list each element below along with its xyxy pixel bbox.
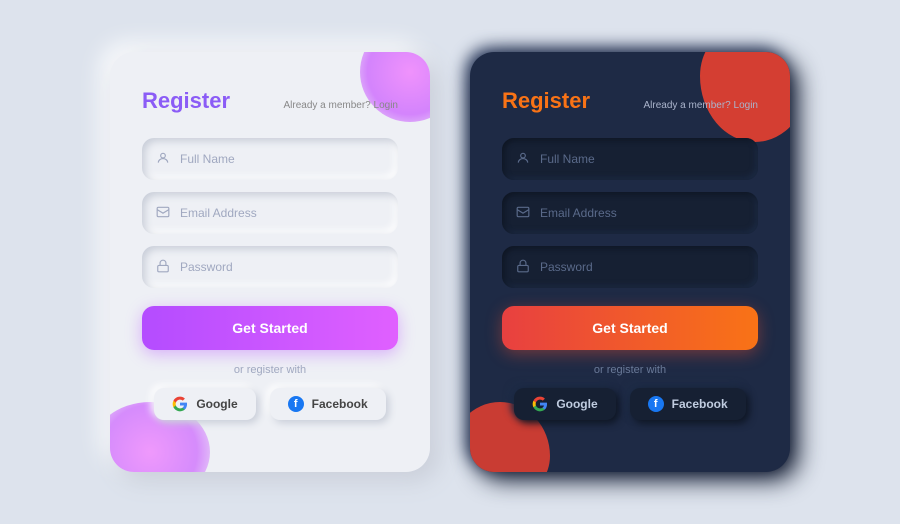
dark-social-row: Google f Facebook — [514, 388, 745, 420]
light-fields — [142, 138, 398, 288]
dark-title: Register — [502, 88, 590, 114]
dark-google-button[interactable]: Google — [514, 388, 615, 420]
dark-already-member[interactable]: Already a member? Login — [643, 100, 758, 111]
light-fullname-input[interactable] — [180, 152, 384, 166]
light-facebook-button[interactable]: f Facebook — [270, 388, 386, 420]
light-title: Register — [142, 88, 230, 114]
light-password-input[interactable] — [180, 260, 384, 274]
dark-fullname-wrap — [502, 138, 758, 180]
dark-email-input[interactable] — [540, 206, 744, 220]
dark-card: Register Already a member? Login Get Sta… — [470, 52, 790, 472]
light-get-started-button[interactable]: Get Started — [142, 306, 398, 350]
dark-fields — [502, 138, 758, 288]
dark-get-started-button[interactable]: Get Started — [502, 306, 758, 350]
dark-fullname-input[interactable] — [540, 152, 744, 166]
light-email-icon — [156, 205, 170, 222]
light-social-row: Google f Facebook — [154, 388, 385, 420]
dark-or-text: or register with — [594, 364, 666, 376]
dark-facebook-button[interactable]: f Facebook — [630, 388, 746, 420]
dark-password-wrap — [502, 246, 758, 288]
light-facebook-label: Facebook — [312, 397, 368, 411]
dark-password-icon — [516, 259, 530, 276]
light-password-icon — [156, 259, 170, 276]
dark-google-label: Google — [556, 397, 597, 411]
google-icon-dark — [532, 396, 548, 412]
google-icon — [172, 396, 188, 412]
light-email-input[interactable] — [180, 206, 384, 220]
light-or-text: or register with — [234, 364, 306, 376]
dark-fullname-icon — [516, 151, 530, 168]
light-password-wrap — [142, 246, 398, 288]
light-fullname-icon — [156, 151, 170, 168]
dark-password-input[interactable] — [540, 260, 744, 274]
dark-email-wrap — [502, 192, 758, 234]
light-header: Register Already a member? Login — [142, 88, 398, 114]
light-google-label: Google — [196, 397, 237, 411]
facebook-icon-dark: f — [648, 396, 664, 412]
dark-header: Register Already a member? Login — [502, 88, 758, 114]
light-fullname-wrap — [142, 138, 398, 180]
light-card: Register Already a member? Login Get Sta… — [110, 52, 430, 472]
light-google-button[interactable]: Google — [154, 388, 255, 420]
light-email-wrap — [142, 192, 398, 234]
dark-facebook-label: Facebook — [672, 397, 728, 411]
facebook-icon: f — [288, 396, 304, 412]
dark-email-icon — [516, 205, 530, 222]
light-already-member[interactable]: Already a member? Login — [283, 100, 398, 111]
